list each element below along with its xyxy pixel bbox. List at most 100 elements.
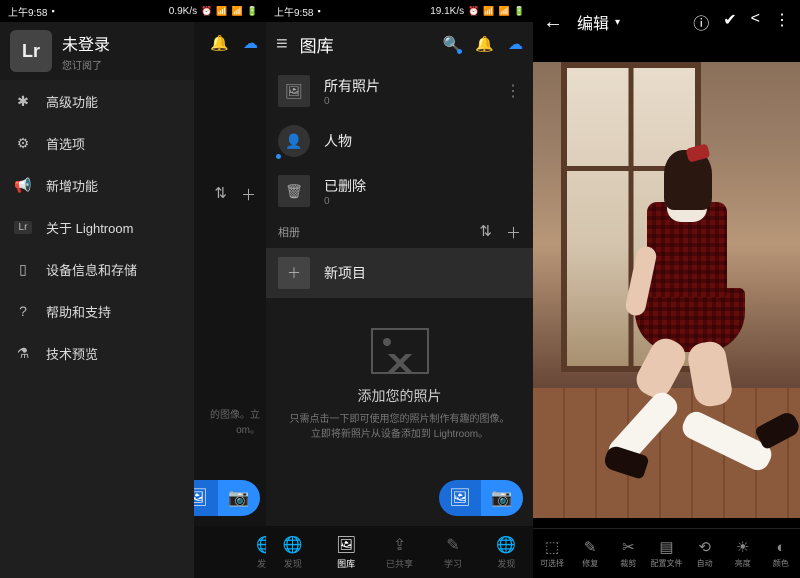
tool-crop[interactable]: ✂裁剪 <box>609 529 647 578</box>
flask-icon: ⚗ <box>14 345 32 362</box>
tool-label: 自动 <box>697 558 713 569</box>
status-time: 上午9:58 <box>8 4 47 19</box>
row-all-photos[interactable]: 🖼 所有照片0 ⋮ <box>266 66 533 116</box>
tool-auto[interactable]: ⟲ 自动 <box>686 529 724 578</box>
gallery-icon: 🖼 <box>336 535 356 555</box>
lr-icon: Lr <box>14 221 32 234</box>
status-app-icon: ▪ <box>317 6 320 16</box>
menu-label: 关于 Lightroom <box>46 218 133 237</box>
sort-icon[interactable]: ⇅ <box>479 222 492 243</box>
check-icon[interactable]: ✔ <box>723 10 736 34</box>
library-topbar: ≡ 图库 🔍 🔔 ☁ <box>266 22 533 66</box>
screen-drawer: 上午9:58▪ 0.9K/s⏰📶📶🔋 Lr 未登录 您订阅了 ✱高级功能 ⚙首选… <box>0 0 266 578</box>
person-icon: 👤 <box>278 125 310 157</box>
gear-icon: ⚙ <box>14 135 32 152</box>
signal-icon: 📶 <box>216 6 227 17</box>
empty-state: 添加您的照片 只需点击一下即可使用您的照片制作有趣的图像。立即将新照片从设备添加… <box>266 328 533 442</box>
empty-description: 只需点击一下即可使用您的照片制作有趣的图像。立即将新照片从设备添加到 Light… <box>286 412 513 442</box>
globe-icon: 🌐 <box>283 535 303 555</box>
tool-label: 颜色 <box>773 558 789 569</box>
status-bar: 上午9:58▪ 0.9K/s⏰📶📶🔋 <box>0 0 266 22</box>
lr-logo-icon: Lr <box>10 30 52 72</box>
help-icon[interactable]: ⓘ <box>693 10 709 34</box>
help-icon: ? <box>14 303 32 319</box>
row-deleted[interactable]: 🗑 已删除0 <box>266 166 533 216</box>
bottom-nav: 🌐发现 🖼 图库 ⇪已共享 ✎学习 🌐发现 <box>266 526 533 578</box>
search-icon[interactable]: 🔍 <box>443 35 462 53</box>
profiles-icon: ▤ <box>659 538 673 556</box>
back-icon[interactable]: ← <box>543 11 563 34</box>
background-library-peek: 🔔 ☁ ⇅ ＋ 的图像。立om。 🖼 📷 🌐发现 <box>194 22 266 578</box>
tool-label: 亮度 <box>735 558 751 569</box>
alarm-icon: ⏰ <box>468 6 479 17</box>
tool-heal[interactable]: ✎ 修复 <box>571 529 609 578</box>
row-label: 人物 <box>324 131 352 151</box>
login-status: 未登录 <box>62 31 110 55</box>
cloud-icon[interactable]: ☁ <box>243 34 258 52</box>
color-icon: ◐ <box>776 539 785 556</box>
menu-label: 高级功能 <box>46 92 98 111</box>
light-icon: ☀ <box>736 538 749 556</box>
heal-icon: ✎ <box>584 538 597 556</box>
nav-label: 学习 <box>444 557 462 570</box>
nav-learn[interactable]: ✎学习 <box>426 526 479 578</box>
hamburger-icon[interactable]: ≡ <box>276 33 288 56</box>
fab-add-image[interactable]: 🖼 <box>194 480 218 516</box>
wifi-icon: 📶 <box>232 6 243 17</box>
battery-icon: 🔋 <box>514 6 525 17</box>
share-icon: ⇪ <box>393 535 406 555</box>
menu-label: 首选项 <box>46 134 85 153</box>
more-icon[interactable]: ⋮ <box>774 10 790 34</box>
edit-topbar: ← 编辑 ▾ ⓘ ✔ < ⋮ <box>533 0 800 44</box>
chevron-down-icon[interactable]: ▾ <box>615 17 620 28</box>
row-label: 已删除 <box>324 176 366 196</box>
auto-icon: ⟲ <box>698 538 711 556</box>
bell-icon[interactable]: 🔔 <box>475 35 494 53</box>
nav-library[interactable]: 🖼 图库 <box>319 526 372 578</box>
fab-camera[interactable]: 📷 <box>218 480 260 516</box>
bell-icon[interactable]: 🔔 <box>210 34 229 52</box>
row-count: 0 <box>324 196 366 207</box>
screen-edit: ← 编辑 ▾ ⓘ ✔ < ⋮ <box>533 0 800 578</box>
status-app-icon: ▪ <box>51 6 54 16</box>
share-icon[interactable]: < <box>751 10 760 34</box>
nav-discover2[interactable]: 🌐发现 <box>480 526 533 578</box>
tool-label: 可选择 <box>540 558 564 569</box>
tool-selective[interactable]: ⬚可选择 <box>533 529 571 578</box>
empty-title: 添加您的照片 <box>358 386 442 406</box>
nav-shared[interactable]: ⇪已共享 <box>373 526 426 578</box>
sort-icon[interactable]: ⇅ <box>214 184 227 205</box>
nav-label: 图库 <box>337 557 355 570</box>
tool-color[interactable]: ◐ 颜色 <box>762 529 800 578</box>
globe-icon: 🌐 <box>496 535 516 555</box>
trash-icon: 🗑 <box>278 175 310 207</box>
menu-label: 新增功能 <box>46 176 98 195</box>
more-icon[interactable]: ⋮ <box>505 81 521 101</box>
photo-viewport[interactable] <box>533 44 800 578</box>
empty-image-icon <box>371 328 429 374</box>
menu-label: 设备信息和存储 <box>46 260 137 279</box>
row-people[interactable]: 👤 人物 <box>266 116 533 166</box>
edited-photo <box>533 62 800 518</box>
page-title: 图库 <box>300 32 334 57</box>
tool-label: 修复 <box>582 558 598 569</box>
plus-icon[interactable]: ＋ <box>506 222 521 243</box>
fab-camera[interactable]: 📷 <box>481 480 523 516</box>
signal-icon: 📶 <box>483 6 494 17</box>
plus-icon[interactable]: ＋ <box>241 184 256 205</box>
screen-library: 上午9:58▪ 19.1K/s⏰📶📶🔋 ≡ 图库 🔍 🔔 ☁ 🖼 所有照片0 ⋮… <box>266 0 533 578</box>
megaphone-icon: 📢 <box>14 177 32 194</box>
fab-group: 🖼 📷 <box>439 480 523 516</box>
tool-profiles[interactable]: ▤ 配置文件 <box>647 529 685 578</box>
subscription-status: 您订阅了 <box>62 57 110 72</box>
page-title[interactable]: 编辑 <box>577 10 609 34</box>
row-label: 所有照片 <box>324 76 380 96</box>
gallery-icon: 🖼 <box>278 75 310 107</box>
crop-icon: ✂ <box>622 538 635 556</box>
nav-discover[interactable]: 🌐发现 <box>266 526 319 578</box>
fab-add-image[interactable]: 🖼 <box>439 480 481 516</box>
tool-label: 配置文件 <box>650 558 682 569</box>
cloud-icon[interactable]: ☁ <box>508 35 523 53</box>
row-new-project[interactable]: ＋ 新项目 <box>266 248 533 298</box>
tool-light[interactable]: ☀ 亮度 <box>724 529 762 578</box>
